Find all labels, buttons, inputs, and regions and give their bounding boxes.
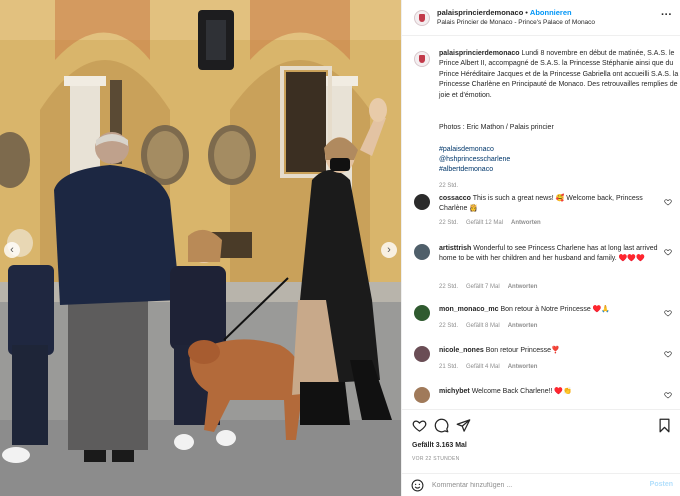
comment-body: Welcome Back Charlene!! ♥️👏 xyxy=(471,388,572,395)
comment-text: cossacco This is such a great news! 🥰 We… xyxy=(439,194,663,215)
photo-credit: Photos : Eric Mathon / Palais princier xyxy=(439,124,554,131)
save-bookmark-icon[interactable] xyxy=(657,418,672,433)
like-comment-heart-icon[interactable] xyxy=(664,248,672,256)
comment-username[interactable]: cossacco xyxy=(439,195,471,202)
emoji-smiley-icon[interactable] xyxy=(411,479,424,492)
comment-likes[interactable]: Gefällt 12 Mal xyxy=(466,220,503,226)
previous-photo-button[interactable]: ‹ xyxy=(4,242,20,258)
comment-likes[interactable]: Gefällt 8 Mal xyxy=(466,323,500,329)
comment-item: cossacco This is such a great news! 🥰 We… xyxy=(414,194,676,234)
comment-time: 22 Std. xyxy=(439,323,459,329)
comment-likes[interactable]: Gefällt 7 Mal xyxy=(466,284,500,290)
commenter-avatar[interactable] xyxy=(414,346,430,362)
reply-button[interactable]: Antworten xyxy=(511,220,541,226)
post-sidebar: palaisprincierdemonaco • Abonnieren Palais… xyxy=(401,0,680,496)
comment-time: 22 Std. xyxy=(439,284,459,290)
commenter-avatar[interactable] xyxy=(414,387,430,403)
comment-text: mon_monaco_mc Bon retour à Notre Princes… xyxy=(439,305,663,315)
post-location[interactable]: Palais Princier de Monaco - Prince's Pal… xyxy=(437,19,595,26)
comment-item: michybet Welcome Back Charlene!! ♥️👏 xyxy=(414,387,676,409)
comment-username[interactable]: michybet xyxy=(439,388,470,395)
next-photo-button[interactable]: › xyxy=(381,242,397,258)
like-comment-heart-icon[interactable] xyxy=(664,350,672,358)
commenter-avatar[interactable] xyxy=(414,194,430,210)
comment-text: nicole_nones Bon retour Princesse❣️ xyxy=(439,346,663,356)
add-comment-bar: Posten xyxy=(402,473,680,496)
like-heart-icon[interactable] xyxy=(412,418,427,433)
comment-username[interactable]: artisttrish xyxy=(439,245,471,252)
comment-username[interactable]: mon_monaco_mc xyxy=(439,306,499,313)
comment-meta: 21 Std. Gefällt 4 Mal Antworten xyxy=(439,364,545,370)
reply-button[interactable]: Antworten xyxy=(508,364,538,370)
comment-item: artisttrish Wonderful to see Princess Ch… xyxy=(414,244,676,300)
mention-link[interactable]: @hshprincesscharlene xyxy=(439,156,510,163)
more-options-icon[interactable]: ··· xyxy=(661,9,672,21)
post-comment-button[interactable]: Posten xyxy=(650,481,673,488)
post-actions-bar xyxy=(402,409,680,439)
reply-button[interactable]: Antworten xyxy=(508,284,538,290)
comment-meta: 22 Std. Gefällt 8 Mal Antworten xyxy=(439,323,545,329)
commenter-avatar[interactable] xyxy=(414,305,430,321)
post-author: palaisprincierdemonaco • Abonnieren xyxy=(437,8,572,17)
comment-time: 21 Std. xyxy=(439,364,459,370)
reply-button[interactable]: Antworten xyxy=(508,323,538,329)
comment-meta: 22 Std. Gefällt 12 Mal Antworten xyxy=(439,220,549,226)
caption-username[interactable]: palaisprincierdemonaco xyxy=(439,50,520,57)
share-paper-plane-icon[interactable] xyxy=(456,418,471,433)
like-comment-heart-icon[interactable] xyxy=(664,391,672,399)
comment-item: mon_monaco_mc Bon retour à Notre Princes… xyxy=(414,305,676,345)
post-photo: ‹ › xyxy=(0,0,401,496)
commenter-avatar[interactable] xyxy=(414,244,430,260)
caption-text-block: palaisprincierdemonaco Lundi 8 novembre … xyxy=(439,49,679,101)
comment-username[interactable]: nicole_nones xyxy=(439,347,484,354)
caption-timestamp: 22 Std. xyxy=(439,183,459,189)
account-avatar[interactable] xyxy=(414,10,430,26)
comment-meta: 22 Std. Gefällt 7 Mal Antworten xyxy=(439,284,545,290)
like-comment-heart-icon[interactable] xyxy=(664,309,672,317)
caption-avatar[interactable] xyxy=(414,51,430,67)
comment-body: Bon retour Princesse❣️ xyxy=(485,347,560,354)
hashtag-link[interactable]: #palaisdemonaco xyxy=(439,146,494,153)
author-username[interactable]: palaisprincierdemonaco xyxy=(437,8,523,17)
comment-input[interactable] xyxy=(432,478,632,492)
comment-likes[interactable]: Gefällt 4 Mal xyxy=(466,364,500,370)
comment-text: michybet Welcome Back Charlene!! ♥️👏 xyxy=(439,387,663,397)
comment-text: artisttrish Wonderful to see Princess Ch… xyxy=(439,244,663,265)
comment-body: Wonderful to see Princess Charlene has a… xyxy=(439,245,658,263)
post-age: VOR 22 STUNDEN xyxy=(412,456,460,462)
comment-body: Bon retour à Notre Princesse ♥️🙏 xyxy=(500,306,611,313)
comments-scroll-area[interactable]: palaisprincierdemonaco Lundi 8 novembre … xyxy=(402,37,680,409)
comment-bubble-icon[interactable] xyxy=(434,418,449,433)
post-header: palaisprincierdemonaco • Abonnieren Palais… xyxy=(402,0,680,36)
hashtag-link[interactable]: #albertdemonaco xyxy=(439,166,493,173)
caption-body: Lundi 8 novembre en début de matinée, S.… xyxy=(439,50,679,99)
comment-item: nicole_nones Bon retour Princesse❣️ 21 S… xyxy=(414,346,676,386)
like-count[interactable]: Gefällt 3.163 Mal xyxy=(412,442,467,449)
comment-time: 22 Std. xyxy=(439,220,459,226)
follow-button[interactable]: Abonnieren xyxy=(530,8,572,17)
palace-courtyard-photo xyxy=(0,0,401,496)
like-comment-heart-icon[interactable] xyxy=(664,198,672,206)
separator-dot: • xyxy=(525,8,528,17)
